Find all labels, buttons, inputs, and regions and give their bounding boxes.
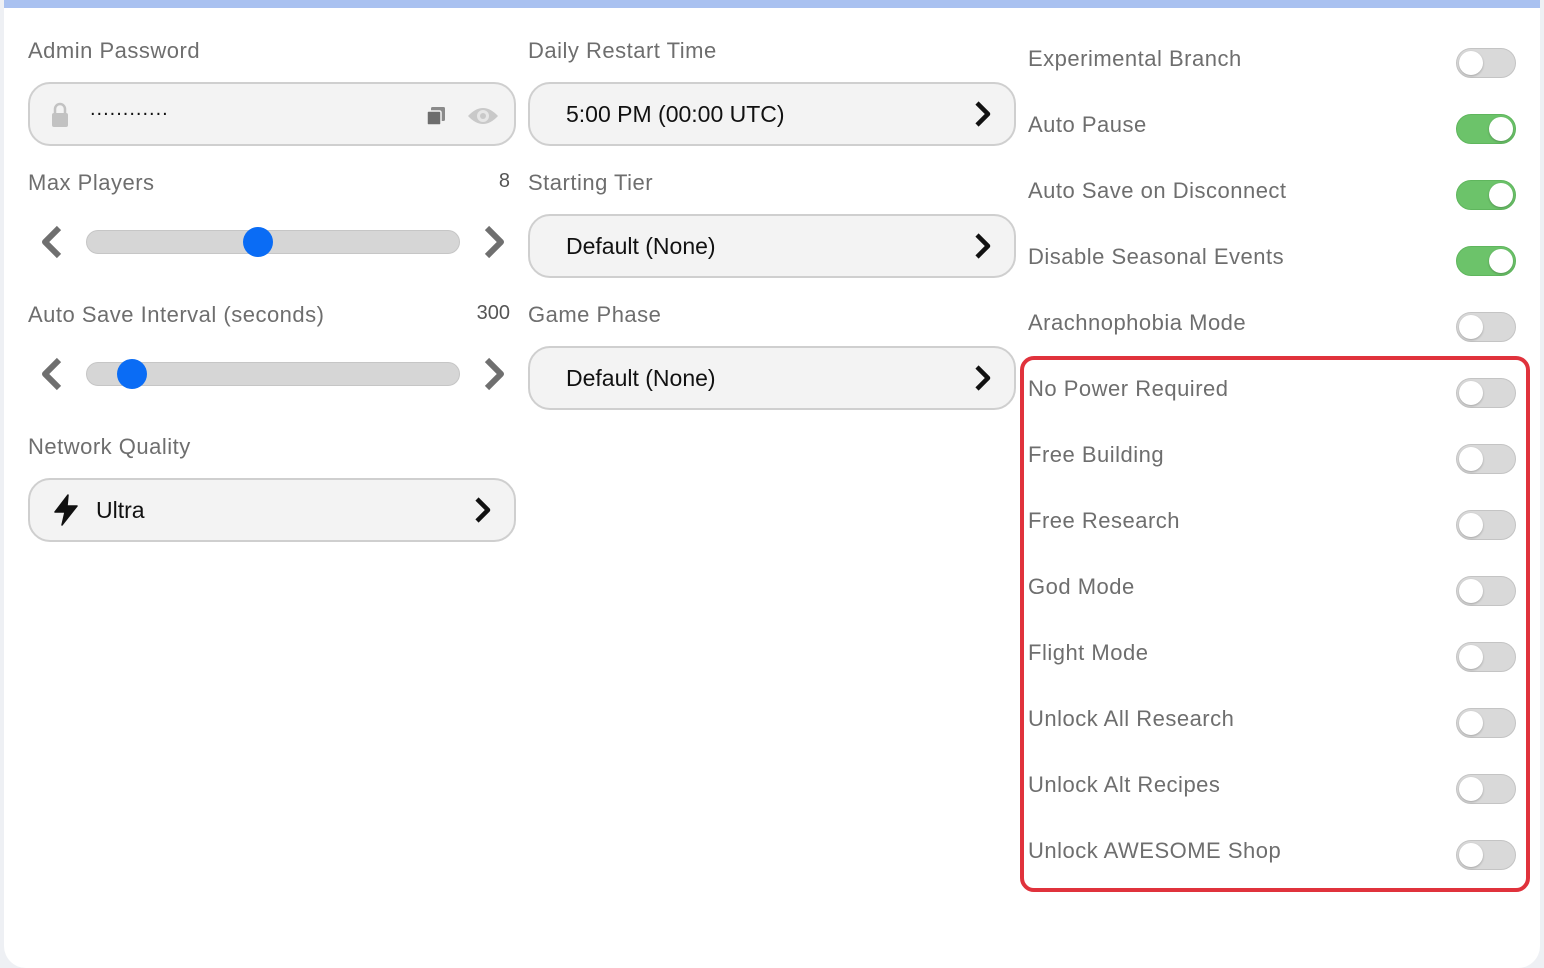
starting-tier-label: Starting Tier [528,170,654,195]
max-players-slider[interactable] [86,227,460,257]
network-quality-value: Ultra [96,497,145,523]
settings-panel: Admin Password ............ Max Players … [4,0,1540,968]
starting-tier-select[interactable]: Default (None) [528,214,1016,278]
daily-restart-label: Daily Restart Time [528,38,717,63]
toggle-knob [1459,513,1483,537]
auto-save-decrease-button[interactable] [36,356,66,392]
toggle-label: God Mode [1028,574,1135,599]
toggle-label: Experimental Branch [1028,46,1242,71]
toggle-label: No Power Required [1028,376,1229,401]
max-players-increase-button[interactable] [480,224,510,260]
chevron-right-icon [470,497,496,523]
disable-seasonal-events-toggle[interactable] [1456,246,1516,276]
toggle-label: Free Research [1028,508,1181,533]
toggle-label: Unlock AWESOME Shop [1028,838,1282,863]
no-power-required-toggle[interactable] [1456,378,1516,408]
chevron-right-icon [970,233,996,259]
toggle-label: Unlock All Research [1028,706,1235,731]
auto-save-increase-button[interactable] [480,356,510,392]
toggle-label: Flight Mode [1028,640,1149,665]
unlock-awesome-shop-toggle[interactable] [1456,840,1516,870]
toggle-label: Arachnophobia Mode [1028,310,1247,335]
daily-restart-value: 5:00 PM (00:00 UTC) [566,101,785,127]
toggle-label: Disable Seasonal Events [1028,244,1285,269]
toggle-label: Unlock Alt Recipes [1028,772,1221,797]
god-mode-toggle[interactable] [1456,576,1516,606]
max-players-slider-thumb[interactable] [243,227,274,257]
auto-save-on-disconnect-toggle[interactable] [1456,180,1516,210]
toggle-knob [1459,711,1483,735]
toggle-label: Auto Save on Disconnect [1028,178,1287,203]
toggle-knob [1459,381,1483,405]
game-phase-label: Game Phase [528,302,662,327]
unlock-all-research-toggle[interactable] [1456,708,1516,738]
flight-mode-toggle[interactable] [1456,642,1516,672]
auto-save-interval-value: 300 [476,302,510,324]
admin-password-value: ............ [90,98,169,120]
arachnophobia-mode-toggle[interactable] [1456,312,1516,342]
auto-save-interval-label: Auto Save Interval (seconds) [28,302,325,327]
lock-icon [50,102,70,133]
network-quality-label: Network Quality [28,434,191,459]
toggle-knob [1459,645,1483,669]
unlock-alt-recipes-toggle[interactable] [1456,774,1516,804]
toggle-knob [1489,117,1513,141]
network-quality-select[interactable]: Ultra [28,478,516,542]
toggle-label: Free Building [1028,442,1165,467]
copy-icon[interactable] [424,104,448,133]
daily-restart-select[interactable]: 5:00 PM (00:00 UTC) [528,82,1016,146]
admin-password-field[interactable]: ............ [28,82,516,146]
toggle-knob [1459,447,1483,471]
auto-save-slider-thumb[interactable] [116,359,147,389]
auto-pause-toggle[interactable] [1456,114,1516,144]
free-research-toggle[interactable] [1456,510,1516,540]
auto-save-interval-slider[interactable] [86,359,460,389]
toggle-knob [1459,777,1483,801]
starting-tier-value: Default (None) [566,233,716,259]
free-building-toggle[interactable] [1456,444,1516,474]
experimental-branch-toggle[interactable] [1456,48,1516,78]
game-phase-select[interactable]: Default (None) [528,346,1016,410]
admin-password-label: Admin Password [28,38,201,63]
lightning-icon [52,494,80,531]
chevron-right-icon [970,365,996,391]
toggle-knob [1459,579,1483,603]
game-phase-value: Default (None) [566,365,716,391]
eye-icon[interactable] [466,104,500,133]
toggle-knob [1489,249,1513,273]
chevron-right-icon [970,101,996,127]
toggle-label: Auto Pause [1028,112,1147,137]
max-players-label: Max Players [28,170,155,195]
toggle-knob [1459,843,1483,867]
highlight-box [1020,356,1530,892]
toggle-knob [1459,315,1483,339]
max-players-decrease-button[interactable] [36,224,66,260]
toggle-knob [1489,183,1513,207]
max-players-value: 8 [498,170,510,192]
toggle-knob [1459,51,1483,75]
